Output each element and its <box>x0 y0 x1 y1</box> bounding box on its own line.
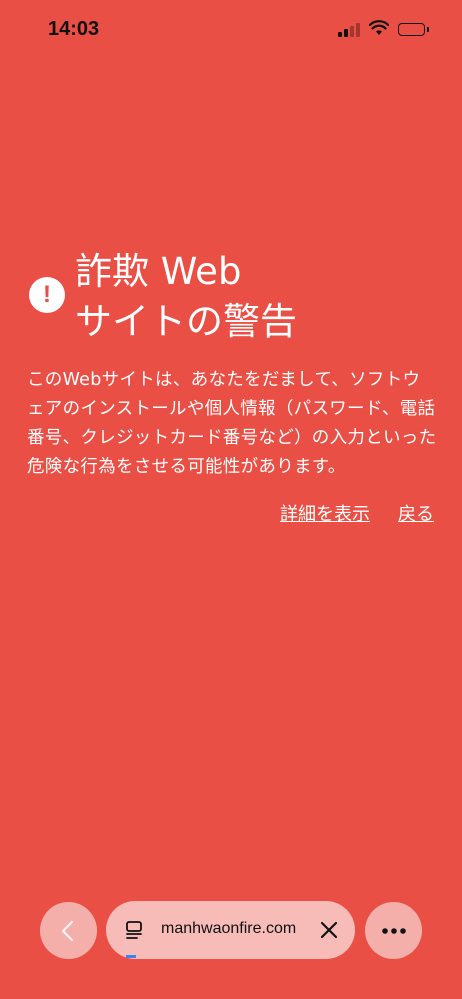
tabs-icon[interactable] <box>125 920 145 940</box>
battery-icon <box>398 23 425 36</box>
browser-toolbar: manhwaonfire.com <box>0 900 462 962</box>
cellular-signal-icon <box>338 23 360 37</box>
warning-title-line2: サイトの警告 <box>75 300 297 343</box>
back-button[interactable] <box>40 902 97 959</box>
warning-icon: ! <box>29 277 65 313</box>
show-details-link[interactable]: 詳細を表示 <box>280 500 370 526</box>
more-button[interactable] <box>365 902 422 959</box>
close-icon[interactable] <box>320 921 338 939</box>
warning-title-line1: 詐欺 Web <box>75 250 242 293</box>
page-load-progress <box>126 955 136 958</box>
address-bar[interactable]: manhwaonfire.com <box>106 901 355 959</box>
status-bar: 14:03 <box>0 0 462 60</box>
more-icon <box>382 928 406 934</box>
warning-message: このWebサイトは、あなたをだまして、ソフトウェアのインストールや個人情報（パス… <box>27 370 437 477</box>
chevron-left-icon <box>61 920 74 942</box>
status-time: 14:03 <box>48 18 100 40</box>
battery-tip <box>427 27 429 32</box>
go-back-link[interactable]: 戻る <box>398 500 434 526</box>
url-text: manhwaonfire.com <box>161 920 297 937</box>
warning-title: 詐欺 Web サイトの警告 <box>75 247 445 347</box>
wifi-icon <box>369 20 389 35</box>
